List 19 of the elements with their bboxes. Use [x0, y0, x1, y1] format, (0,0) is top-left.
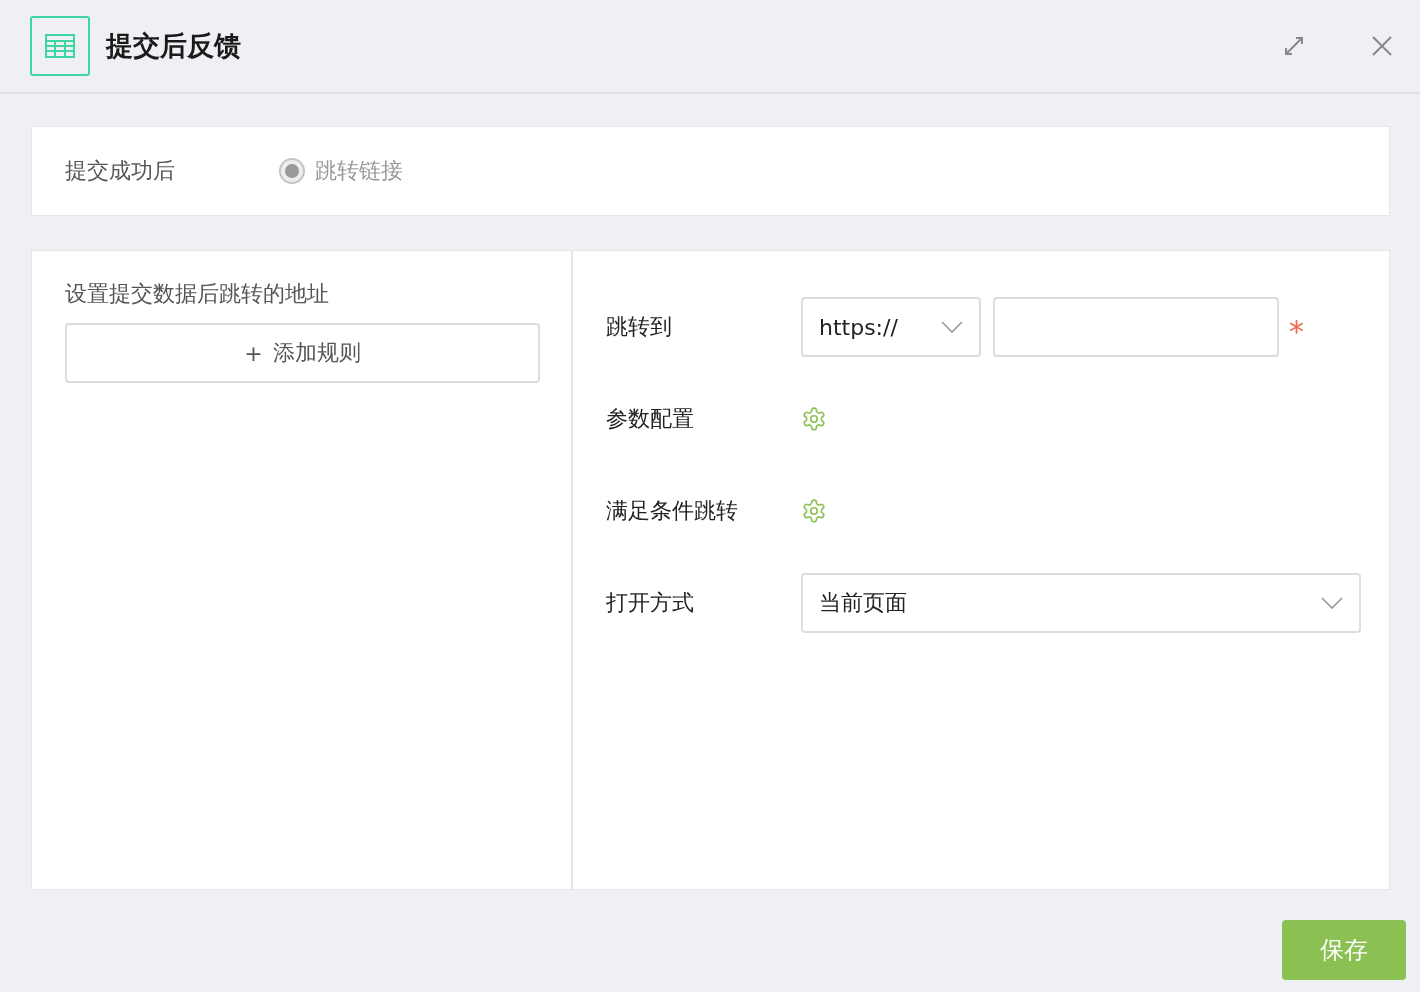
required-mark: *	[1289, 312, 1304, 349]
protocol-select[interactable]: https://	[801, 297, 981, 357]
url-input[interactable]	[993, 297, 1279, 357]
field-label: 提交成功后	[65, 157, 176, 185]
chevron-down-icon	[1321, 597, 1343, 609]
settings-icon[interactable]	[801, 498, 827, 524]
settings-icon[interactable]	[801, 406, 827, 432]
table-icon	[30, 16, 90, 76]
field-label: 满足条件跳转	[606, 497, 739, 525]
chevron-down-icon	[941, 321, 963, 333]
close-icon[interactable]	[1370, 34, 1394, 58]
open-mode-select[interactable]: 当前页面	[801, 573, 1361, 633]
field-label: 参数配置	[606, 405, 695, 433]
section-title: 设置提交数据后跳转的地址	[65, 280, 330, 308]
field-label: 打开方式	[606, 589, 695, 617]
window-title: 提交后反馈	[106, 29, 242, 63]
expand-icon[interactable]	[1282, 34, 1306, 58]
add-rule-button[interactable]: + 添加规则	[65, 323, 540, 383]
field-label: 跳转到	[606, 313, 673, 341]
